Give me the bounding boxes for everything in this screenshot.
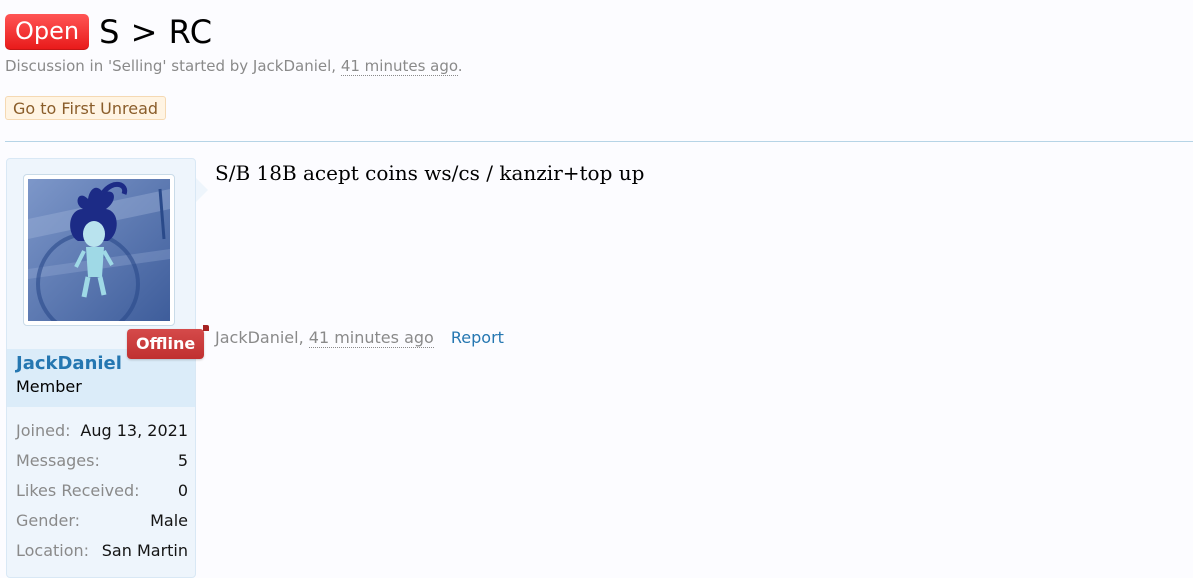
description-separator: , (331, 57, 341, 75)
stat-label: Location: (16, 541, 90, 560)
message-body: S/B 18B acept coins ws/cs / kanzir+top u… (215, 161, 645, 185)
stat-value: Male (150, 511, 188, 530)
offline-status-badge: Offline (127, 325, 210, 359)
stat-gender: Gender: Male (16, 506, 188, 536)
stat-value[interactable]: San Martin (102, 536, 188, 566)
avatar[interactable] (23, 174, 175, 326)
go-to-first-unread-button[interactable]: Go to First Unread (5, 96, 167, 120)
prefix-open-badge[interactable]: Open (5, 14, 90, 50)
stat-label: Messages: (16, 451, 100, 470)
thread-time: 41 minutes ago (340, 57, 458, 76)
post-arrow (196, 178, 208, 202)
description-period: . (457, 57, 463, 75)
user-stats: Joined: Aug 13, 2021 Messages: 5 Likes R… (16, 416, 188, 566)
title-row: Open S > RC (5, 12, 1193, 52)
header-divider (5, 141, 1193, 142)
meta-separator: , (298, 328, 309, 347)
stat-joined: Joined: Aug 13, 2021 (16, 416, 188, 446)
user-info-panel: JackDaniel Member Offline Joined: Aug 13… (6, 158, 210, 578)
stat-value: 0 (177, 481, 188, 500)
stat-value[interactable]: 5 (178, 446, 188, 476)
description-prefix: Discussion in 'Selling' started by (5, 57, 253, 75)
message-meta: JackDaniel, 41 minutes ago Report (215, 328, 504, 348)
user-title: Member (16, 377, 82, 396)
thread-description: Discussion in 'Selling' started by JackD… (5, 57, 1193, 76)
stat-messages: Messages: 5 (16, 446, 188, 476)
post-author-link[interactable]: JackDaniel (215, 328, 299, 347)
stat-label: Gender: (16, 511, 81, 530)
post-time[interactable]: 41 minutes ago (308, 328, 434, 348)
thread-title: S > RC (99, 13, 213, 51)
stat-value: Aug 13, 2021 (80, 421, 188, 440)
stat-label: Likes Received: (16, 481, 140, 500)
stat-likes-received: Likes Received: 0 (16, 476, 188, 506)
anime-character-avatar-icon (28, 179, 170, 321)
report-link[interactable]: Report (451, 328, 504, 347)
thread-author-link[interactable]: JackDaniel (253, 57, 331, 75)
stat-label: Joined: (16, 421, 71, 440)
thread-header: Open S > RC Discussion in 'Selling' star… (5, 12, 1193, 76)
stat-location: Location: San Martin (16, 536, 188, 566)
